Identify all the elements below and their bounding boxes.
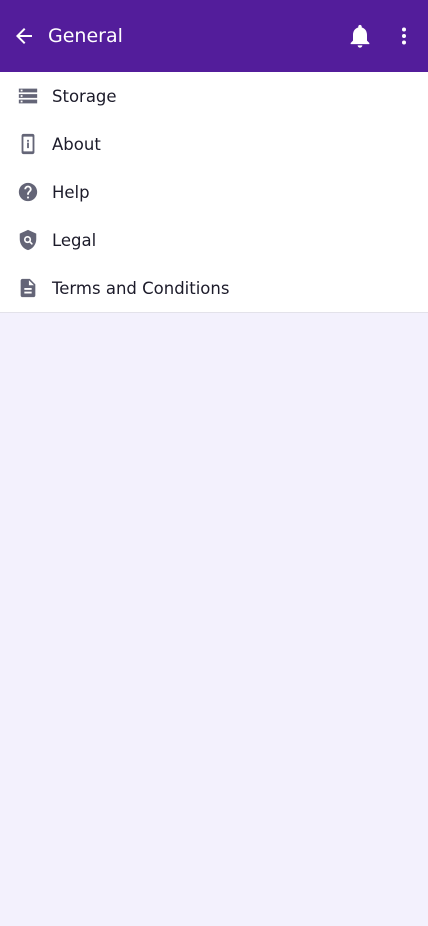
menu-item-about[interactable]: About: [0, 120, 428, 168]
back-button[interactable]: [12, 24, 36, 48]
storage-icon: [16, 84, 40, 108]
device-info-icon: [16, 132, 40, 156]
menu-item-help[interactable]: Help: [0, 168, 428, 216]
notifications-button[interactable]: [346, 22, 374, 50]
menu-item-storage[interactable]: Storage: [0, 72, 428, 120]
menu-item-legal[interactable]: Legal: [0, 216, 428, 264]
menu-item-label: Legal: [52, 230, 97, 250]
menu-item-terms[interactable]: Terms and Conditions: [0, 264, 428, 312]
more-options-button[interactable]: [392, 24, 416, 48]
more-vert-icon: [392, 24, 416, 48]
policy-icon: [16, 228, 40, 252]
back-arrow-icon: [12, 24, 36, 48]
menu-item-label: About: [52, 134, 101, 154]
menu-item-label: Help: [52, 182, 90, 202]
document-icon: [16, 276, 40, 300]
page-title: General: [48, 25, 123, 47]
app-bar: General: [0, 0, 428, 72]
settings-menu: Storage About Help Legal Terms and Condi…: [0, 72, 428, 313]
help-icon: [16, 180, 40, 204]
bell-icon: [346, 22, 374, 50]
menu-item-label: Storage: [52, 86, 117, 106]
menu-item-label: Terms and Conditions: [52, 278, 230, 298]
